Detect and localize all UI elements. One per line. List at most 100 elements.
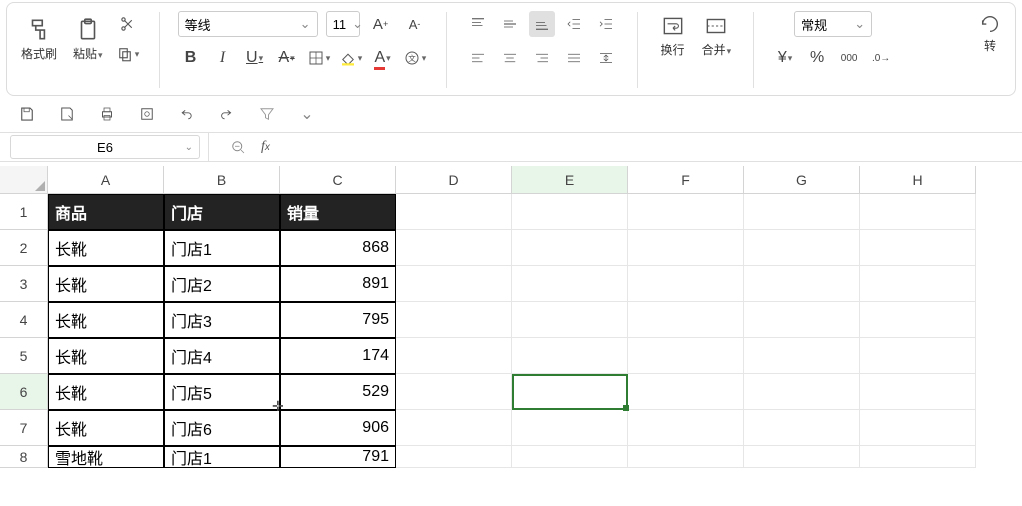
percent-button[interactable]: %: [804, 45, 830, 71]
cell-G6[interactable]: [744, 374, 860, 410]
cell-B5[interactable]: 门店4: [164, 338, 280, 374]
cell-B1[interactable]: 门店: [164, 194, 280, 230]
col-header-E[interactable]: E: [512, 166, 628, 194]
cell-C4[interactable]: 795: [280, 302, 396, 338]
cell-D6[interactable]: [396, 374, 512, 410]
cell-F3[interactable]: [628, 266, 744, 302]
save-as-button[interactable]: [54, 101, 80, 127]
cell-G8[interactable]: [744, 446, 860, 468]
select-all-corner[interactable]: [0, 166, 48, 194]
strikethrough-button[interactable]: A▾: [274, 45, 300, 71]
cell-E2[interactable]: [512, 230, 628, 266]
cell-G5[interactable]: [744, 338, 860, 374]
cell-C6[interactable]: 529: [280, 374, 396, 410]
cell-A6[interactable]: 长靴: [48, 374, 164, 410]
redo-button[interactable]: [214, 101, 240, 127]
row-header-4[interactable]: 4: [0, 302, 48, 338]
cell-D4[interactable]: [396, 302, 512, 338]
cut-button[interactable]: [115, 11, 141, 37]
qat-more-button[interactable]: ⌄: [294, 101, 320, 127]
cell-C7[interactable]: 906: [280, 410, 396, 446]
rotate-button[interactable]: 转: [975, 11, 1005, 56]
cell-G2[interactable]: [744, 230, 860, 266]
cell-F6[interactable]: [628, 374, 744, 410]
align-middle-button[interactable]: [497, 11, 523, 37]
cell-C1[interactable]: 销量: [280, 194, 396, 230]
fill-color-button[interactable]: ▾: [338, 45, 364, 71]
cell-A7[interactable]: 长靴: [48, 410, 164, 446]
borders-button[interactable]: ▾: [306, 45, 332, 71]
cell-F1[interactable]: [628, 194, 744, 230]
cell-C5[interactable]: 174: [280, 338, 396, 374]
cell-F4[interactable]: [628, 302, 744, 338]
cell-A5[interactable]: 长靴: [48, 338, 164, 374]
cell-B4[interactable]: 门店3: [164, 302, 280, 338]
font-color-button[interactable]: A▾: [370, 45, 396, 71]
underline-button[interactable]: U▾: [242, 45, 268, 71]
cell-E5[interactable]: [512, 338, 628, 374]
comma-button[interactable]: 000: [836, 45, 862, 71]
cell-D5[interactable]: [396, 338, 512, 374]
cell-A3[interactable]: 长靴: [48, 266, 164, 302]
name-box[interactable]: E6 ⌄: [10, 135, 200, 159]
align-bottom-button[interactable]: [529, 11, 555, 37]
cell-H4[interactable]: [860, 302, 976, 338]
increase-indent-button[interactable]: [593, 11, 619, 37]
col-header-F[interactable]: F: [628, 166, 744, 194]
print-button[interactable]: [94, 101, 120, 127]
undo-button[interactable]: [174, 101, 200, 127]
cell-B6[interactable]: 门店5: [164, 374, 280, 410]
cell-H6[interactable]: [860, 374, 976, 410]
cancel-formula-button[interactable]: [225, 134, 251, 160]
cell-B8[interactable]: 门店1: [164, 446, 280, 468]
increase-font-button[interactable]: A+: [368, 11, 394, 37]
cell-H8[interactable]: [860, 446, 976, 468]
copy-button[interactable]: ▾: [115, 41, 141, 67]
cell-A8[interactable]: 雪地靴: [48, 446, 164, 468]
row-header-6[interactable]: 6: [0, 374, 48, 410]
cell-E8[interactable]: [512, 446, 628, 468]
distribute-button[interactable]: [593, 45, 619, 71]
cell-B3[interactable]: 门店2: [164, 266, 280, 302]
row-header-2[interactable]: 2: [0, 230, 48, 266]
bold-button[interactable]: B: [178, 45, 204, 71]
row-header-8[interactable]: 8: [0, 446, 48, 468]
col-header-H[interactable]: H: [860, 166, 976, 194]
cell-B2[interactable]: 门店1: [164, 230, 280, 266]
cell-G7[interactable]: [744, 410, 860, 446]
row-header-7[interactable]: 7: [0, 410, 48, 446]
formula-input[interactable]: [280, 133, 1022, 161]
align-right-button[interactable]: [529, 45, 555, 71]
cell-C2[interactable]: 868: [280, 230, 396, 266]
cell-D8[interactable]: [396, 446, 512, 468]
cell-G1[interactable]: [744, 194, 860, 230]
wrap-text-button[interactable]: 换行: [656, 11, 690, 60]
justify-button[interactable]: [561, 45, 587, 71]
cell-F8[interactable]: [628, 446, 744, 468]
cell-D1[interactable]: [396, 194, 512, 230]
cell-E6[interactable]: [512, 374, 628, 410]
cell-C8[interactable]: 791: [280, 446, 396, 468]
font-name-select[interactable]: 等线⌄: [178, 11, 318, 37]
cell-E1[interactable]: [512, 194, 628, 230]
cell-A1[interactable]: 商品: [48, 194, 164, 230]
cell-A4[interactable]: 长靴: [48, 302, 164, 338]
cell-D3[interactable]: [396, 266, 512, 302]
row-header-3[interactable]: 3: [0, 266, 48, 302]
row-header-5[interactable]: 5: [0, 338, 48, 374]
cell-D7[interactable]: [396, 410, 512, 446]
decrease-indent-button[interactable]: [561, 11, 587, 37]
cell-H3[interactable]: [860, 266, 976, 302]
cell-B7[interactable]: 门店6: [164, 410, 280, 446]
cell-D2[interactable]: [396, 230, 512, 266]
save-button[interactable]: [14, 101, 40, 127]
cell-E3[interactable]: [512, 266, 628, 302]
align-left-button[interactable]: [465, 45, 491, 71]
merge-button[interactable]: 合并▾: [698, 11, 736, 60]
cell-G4[interactable]: [744, 302, 860, 338]
paste-button[interactable]: 粘贴▾: [69, 15, 107, 64]
cell-H5[interactable]: [860, 338, 976, 374]
cell-E4[interactable]: [512, 302, 628, 338]
cell-C3[interactable]: 891: [280, 266, 396, 302]
filter-button[interactable]: [254, 101, 280, 127]
